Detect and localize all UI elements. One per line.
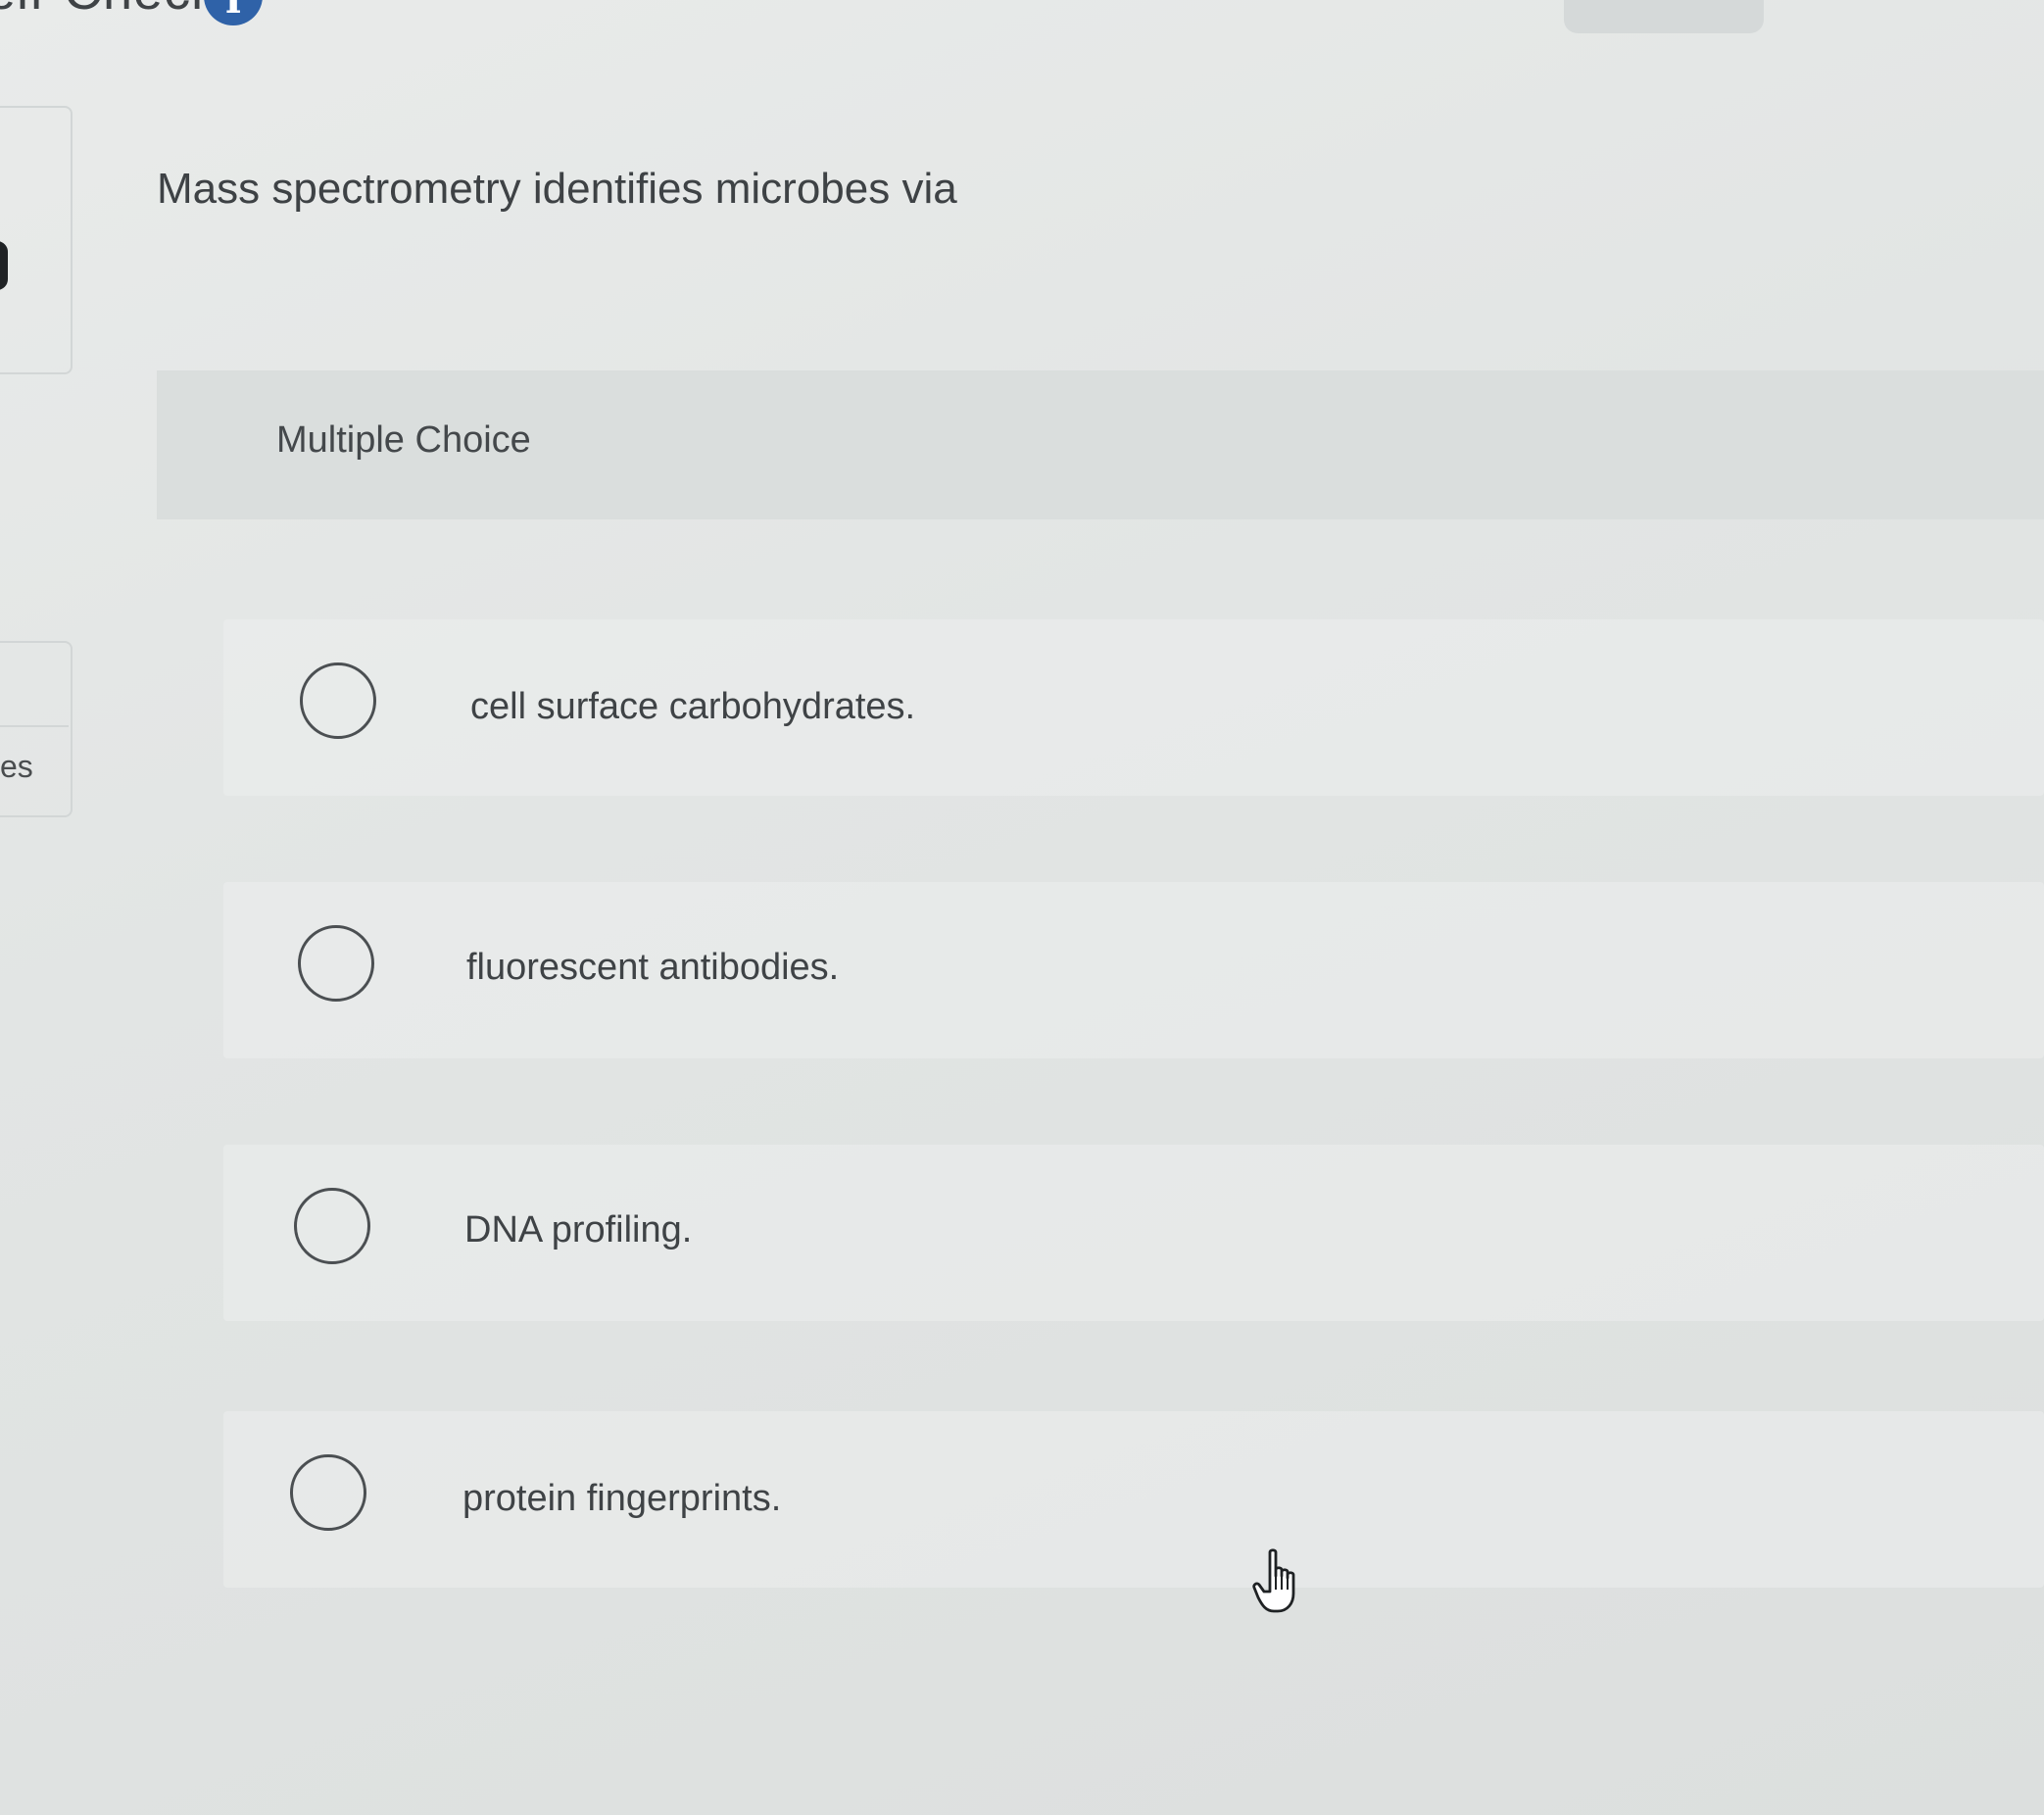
answer-option-label[interactable]: DNA profiling.	[464, 1209, 692, 1251]
sidebar-item-label[interactable]: es	[0, 749, 33, 785]
answer-option[interactable]: DNA profiling.	[223, 1145, 2044, 1321]
sidebar-panel-top	[0, 106, 73, 374]
sidebar-divider	[0, 725, 69, 727]
answer-option-label[interactable]: fluorescent antibodies.	[466, 947, 839, 989]
radio-button[interactable]	[300, 662, 376, 739]
self-check-title: elf-Check	[0, 0, 219, 22]
question-type-label: Multiple Choice	[276, 419, 531, 461]
answer-option-label[interactable]: protein fingerprints.	[462, 1478, 781, 1520]
answer-option[interactable]: protein fingerprints.	[223, 1411, 2044, 1588]
question-prompt: Mass spectrometry identifies microbes vi…	[157, 165, 957, 213]
sidebar-indicator	[0, 241, 8, 290]
answer-option[interactable]: cell surface carbohydrates.	[223, 619, 2044, 796]
radio-button[interactable]	[290, 1454, 366, 1531]
saved-status-badge: Saved	[1564, 0, 1764, 33]
hand-pointer-icon	[1252, 1548, 1295, 1613]
radio-button[interactable]	[298, 925, 374, 1002]
radio-button[interactable]	[294, 1188, 370, 1264]
answer-option-label[interactable]: cell surface carbohydrates.	[470, 686, 915, 728]
sidebar-panel-bottom[interactable]	[0, 641, 73, 817]
answer-option[interactable]: fluorescent antibodies.	[223, 882, 2044, 1058]
